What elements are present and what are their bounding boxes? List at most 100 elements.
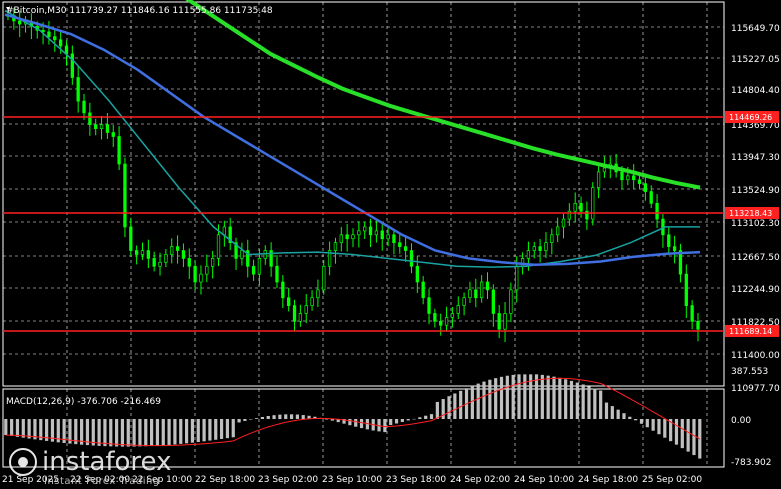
candle-body <box>433 313 437 322</box>
macd-bar <box>237 419 241 423</box>
macd-bar <box>394 419 399 424</box>
macd-bar <box>278 414 282 419</box>
candle-body <box>117 136 121 165</box>
price-tick: 111400.00 <box>731 351 780 361</box>
candle-body <box>374 230 379 236</box>
macd-bar <box>27 419 31 439</box>
time-tick: 22 Sep 18:00 <box>195 475 255 485</box>
macd-bar <box>149 419 154 447</box>
candle-body <box>298 313 303 322</box>
candle-body <box>655 202 659 220</box>
candle-body <box>211 258 215 267</box>
macd-bar <box>651 419 655 431</box>
candle-body <box>491 289 495 314</box>
macd-bar <box>552 376 556 419</box>
chart-canvas[interactable]: #Bitcoin,M30 111739.27 111846.16 111555.… <box>0 0 781 489</box>
macd-bar <box>295 414 299 419</box>
logo-tagline: Instant Forex Trading <box>44 476 160 487</box>
candle-body <box>292 305 297 322</box>
price-tick: 114804.40 <box>731 86 780 96</box>
macd-bar <box>564 379 568 419</box>
macd-bar <box>249 419 253 420</box>
candle-body <box>532 246 536 251</box>
macd-bar <box>289 414 294 419</box>
candle-body <box>398 242 402 247</box>
macd-bar <box>15 419 20 437</box>
macd-bar <box>610 406 614 419</box>
candle-body <box>503 313 507 330</box>
macd-bar <box>558 377 562 419</box>
macd-bar <box>400 419 404 422</box>
candle-body <box>251 265 256 275</box>
candle-body <box>105 124 110 133</box>
candle-body <box>368 226 373 236</box>
candle-body <box>316 289 320 299</box>
candle-body <box>146 250 150 259</box>
time-tick: 23 Sep 18:00 <box>386 475 446 485</box>
price-tick: 112667.50 <box>731 253 780 263</box>
macd-bar <box>115 419 119 447</box>
candle-body <box>462 297 466 306</box>
candle-body <box>421 281 425 299</box>
time-tick: 23 Sep 10:00 <box>322 475 382 485</box>
macd-bar <box>190 419 195 443</box>
candle-body <box>363 226 367 232</box>
macd-tick: 0.00 <box>731 416 751 426</box>
macd-bar <box>470 385 474 419</box>
macd-bar <box>284 414 288 419</box>
macd-bar <box>645 419 649 428</box>
candle-body <box>287 297 291 306</box>
candle-body <box>216 234 221 259</box>
candle-body <box>386 234 390 240</box>
macd-bar <box>324 419 329 420</box>
macd-bar <box>587 386 591 419</box>
candle-body <box>275 265 279 283</box>
macd-bar <box>534 374 539 419</box>
price-tick: 113524.90 <box>731 186 780 196</box>
macd-bar <box>523 374 527 419</box>
candle-body <box>339 234 343 244</box>
macd-header: MACD(12,26,9) -376.706 -216.469 <box>6 397 161 407</box>
macd-bar <box>219 419 224 439</box>
macd-bar <box>581 384 585 419</box>
candle-body <box>187 258 191 267</box>
macd-bar <box>231 419 235 438</box>
candle-body <box>450 313 455 318</box>
candle-body <box>573 202 577 212</box>
candle-body <box>456 305 460 314</box>
macd-bar <box>412 418 416 420</box>
candle-body <box>538 246 542 251</box>
candle-body <box>281 281 285 299</box>
candle-body <box>18 20 22 25</box>
macd-bar <box>435 401 439 419</box>
macd-bar <box>429 414 434 419</box>
macd-bar <box>447 396 451 419</box>
macd-bar <box>634 419 638 421</box>
candle-body <box>88 112 92 126</box>
candle-body <box>637 179 642 185</box>
macd-tick: 387.553 <box>731 367 768 377</box>
candle-body <box>199 273 203 283</box>
candle-body <box>667 234 671 247</box>
candle-body <box>509 289 513 314</box>
candle-body <box>649 191 653 204</box>
candle-body <box>643 183 648 192</box>
macd-bar <box>424 415 428 419</box>
candle-body <box>129 226 133 251</box>
candle-body <box>134 250 139 255</box>
time-tick: 24 Sep 02:00 <box>450 475 510 485</box>
price-tick: 112244.90 <box>731 285 780 295</box>
candle-body <box>304 305 308 314</box>
candle-body <box>82 100 86 114</box>
macd-bar <box>680 419 684 449</box>
macd-bar <box>593 388 597 419</box>
candle-body <box>310 297 314 306</box>
candle-body <box>47 31 51 37</box>
candle-body <box>579 202 583 212</box>
price-tick: 110977.70 <box>731 384 780 394</box>
candle-body <box>333 242 338 251</box>
candle-body <box>544 242 548 251</box>
candle-body <box>181 250 186 259</box>
macd-bar <box>21 419 25 438</box>
macd-bar <box>488 379 492 419</box>
